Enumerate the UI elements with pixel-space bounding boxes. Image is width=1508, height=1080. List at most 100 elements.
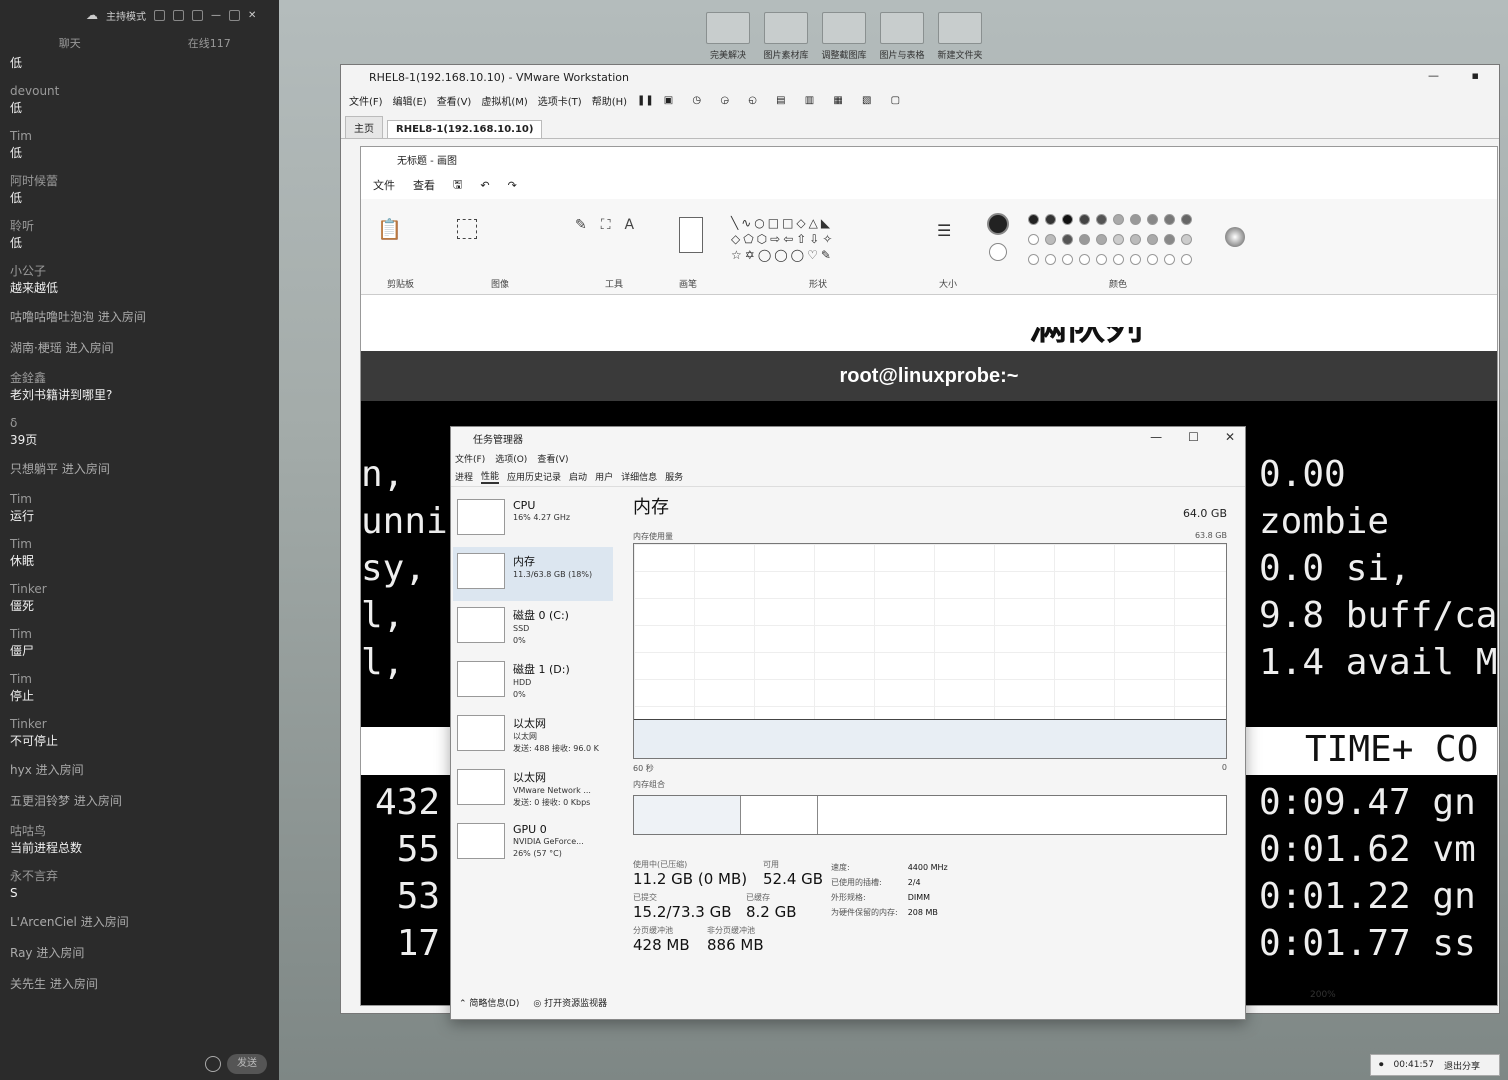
resource-item[interactable]: 磁盘 1 (D:) HDD 0% <box>453 655 613 709</box>
tm-menu-file[interactable]: 文件(F) <box>455 452 485 465</box>
chat-username[interactable]: δ <box>10 415 271 431</box>
desktop-icon-5[interactable]: 新建文件夹 <box>935 12 985 61</box>
menu-vm[interactable]: 虚拟机(M) <box>481 93 527 108</box>
chat-username[interactable]: Tinker <box>10 581 271 597</box>
select-icon[interactable] <box>457 219 477 239</box>
menu-view[interactable]: 查看(V) <box>437 93 472 108</box>
tab-performance[interactable]: 性能 <box>481 469 500 484</box>
brush-icon[interactable] <box>679 217 703 253</box>
palette-swatch[interactable] <box>1079 234 1090 245</box>
paint-menu-view[interactable]: 查看 <box>413 177 435 193</box>
paint-menu-file[interactable]: 文件 <box>373 177 395 193</box>
exit-share-button[interactable]: 退出分享 <box>1444 1059 1480 1072</box>
chat-username[interactable]: 聆听 <box>10 218 271 234</box>
chat-username[interactable]: Tim <box>10 671 271 687</box>
color2-swatch[interactable] <box>989 243 1007 261</box>
tab-vm[interactable]: RHEL8-1(192.168.10.10) <box>387 120 543 138</box>
menu-file[interactable]: 文件(F) <box>349 93 383 108</box>
desktop-icon-4[interactable]: 图片与表格 <box>877 12 927 61</box>
resource-item[interactable]: 以太网 VMware Network ... 发送: 0 接收: 0 Kbps <box>453 763 613 817</box>
minimize-icon[interactable]: — <box>1150 430 1162 444</box>
send-button[interactable]: 发送 <box>227 1054 267 1074</box>
resource-item[interactable]: 以太网 以太网 发送: 488 接收: 96.0 K <box>453 709 613 763</box>
chat-username[interactable]: 阿时候蕾 <box>10 173 271 189</box>
palette-swatch[interactable] <box>1181 214 1192 225</box>
palette-swatch[interactable] <box>1062 214 1073 225</box>
palette-swatch[interactable] <box>1113 254 1124 265</box>
maximize-icon[interactable] <box>229 9 240 21</box>
minimize-icon[interactable]: — <box>1428 69 1439 82</box>
close-icon[interactable]: ▪ <box>1472 69 1479 82</box>
palette-swatch[interactable] <box>1028 214 1039 225</box>
emoji-icon[interactable] <box>205 1056 221 1072</box>
palette-swatch[interactable] <box>1045 234 1056 245</box>
tab-services[interactable]: 服务 <box>665 470 683 483</box>
palette-swatch[interactable] <box>1147 234 1158 245</box>
tab-details[interactable]: 详细信息 <box>621 470 657 483</box>
chat-username[interactable]: devount <box>10 83 271 99</box>
chat-username[interactable]: Tim <box>10 536 271 552</box>
open-resource-monitor-link[interactable]: ◎ 打开资源监视器 <box>533 996 607 1009</box>
tools-icons[interactable]: ✎⛶A <box>575 217 648 233</box>
palette-swatch[interactable] <box>1113 214 1124 225</box>
color-palette[interactable] <box>1025 211 1209 271</box>
desktop-icon-1[interactable]: 完美解决 <box>703 12 753 61</box>
desktop-icon-3[interactable]: 调整截图库 <box>819 12 869 61</box>
popout-icon[interactable] <box>173 9 184 21</box>
palette-swatch[interactable] <box>1164 254 1175 265</box>
chat-username[interactable]: 小公子 <box>10 263 271 279</box>
chat-username[interactable]: Tim <box>10 626 271 642</box>
save-icon[interactable]: 🖫 <box>453 176 462 195</box>
tm-menu-view[interactable]: 查看(V) <box>537 452 568 465</box>
tab-processes[interactable]: 进程 <box>455 470 473 483</box>
palette-swatch[interactable] <box>1181 234 1192 245</box>
palette-swatch[interactable] <box>1113 234 1124 245</box>
resource-item[interactable]: 磁盘 0 (C:) SSD 0% <box>453 601 613 655</box>
palette-swatch[interactable] <box>1096 234 1107 245</box>
shapes-gallery[interactable]: ╲∿○□□◇△◣ ◇⬠⬡⇨⇦⇧⇩✧ ☆✡◯◯◯♡✎ <box>731 215 861 263</box>
tm-menu-options[interactable]: 选项(O) <box>495 452 527 465</box>
chat-username[interactable]: 咕咕鸟 <box>10 823 271 839</box>
palette-swatch[interactable] <box>1164 234 1175 245</box>
palette-swatch[interactable] <box>1130 254 1141 265</box>
close-icon[interactable]: ✕ <box>248 10 256 21</box>
chat-username[interactable]: 永不言弃 <box>10 868 271 884</box>
menu-help[interactable]: 帮助(H) <box>592 93 627 108</box>
palette-swatch[interactable] <box>1028 254 1039 265</box>
tab-startup[interactable]: 启动 <box>569 470 587 483</box>
menu-tabs[interactable]: 选项卡(T) <box>538 93 582 108</box>
desktop-icon-2[interactable]: 图片素材库 <box>761 12 811 61</box>
palette-swatch[interactable] <box>1181 254 1192 265</box>
palette-swatch[interactable] <box>1147 254 1158 265</box>
minimize-icon[interactable]: — <box>211 10 221 21</box>
undo-icon[interactable]: ↶ <box>480 179 489 192</box>
menu-icon[interactable] <box>192 9 203 21</box>
palette-swatch[interactable] <box>1130 214 1141 225</box>
chat-username[interactable]: 金銓鑫 <box>10 370 271 386</box>
settings-icon[interactable] <box>154 9 165 21</box>
menu-edit[interactable]: 编辑(E) <box>393 93 427 108</box>
clipboard-icon[interactable]: 📋 <box>377 217 402 241</box>
tab-home[interactable]: 主页 <box>345 116 383 138</box>
color1-swatch[interactable] <box>987 213 1009 235</box>
redo-icon[interactable]: ↷ <box>508 179 517 192</box>
tab-app-history[interactable]: 应用历史记录 <box>507 470 561 483</box>
fewer-details-button[interactable]: ⌃ 简略信息(D) <box>459 996 519 1009</box>
palette-swatch[interactable] <box>1045 214 1056 225</box>
toolbar-icons[interactable]: ▣ ◷ ◶ ◵ ▤ ▥ ▦ ▧ ▢ <box>664 95 908 106</box>
resource-item[interactable]: 内存 11.3/63.8 GB (18%) <box>453 547 613 601</box>
chat-username[interactable]: Tim <box>10 128 271 144</box>
palette-swatch[interactable] <box>1164 214 1175 225</box>
palette-swatch[interactable] <box>1096 214 1107 225</box>
palette-swatch[interactable] <box>1079 254 1090 265</box>
palette-swatch[interactable] <box>1028 234 1039 245</box>
tab-users[interactable]: 用户 <box>595 470 613 483</box>
palette-swatch[interactable] <box>1062 254 1073 265</box>
palette-swatch[interactable] <box>1079 214 1090 225</box>
palette-swatch[interactable] <box>1147 214 1158 225</box>
palette-swatch[interactable] <box>1096 254 1107 265</box>
maximize-icon[interactable]: ☐ <box>1188 430 1199 444</box>
palette-swatch[interactable] <box>1130 234 1141 245</box>
resource-item[interactable]: GPU 0 NVIDIA GeForce... 26% (57 °C) <box>453 817 613 871</box>
resource-item[interactable]: CPU 16% 4.27 GHz <box>453 493 613 547</box>
